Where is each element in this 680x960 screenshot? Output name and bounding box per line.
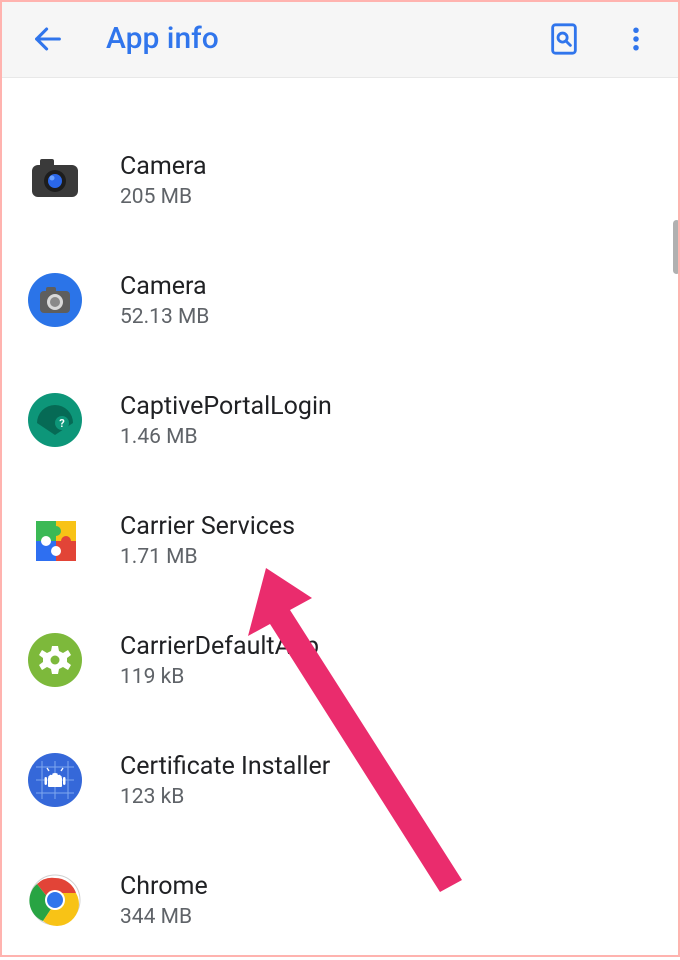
chrome-icon bbox=[28, 873, 82, 927]
app-name-label: Camera bbox=[120, 152, 207, 181]
header: App info bbox=[0, 0, 680, 78]
page-title: App info bbox=[106, 21, 540, 56]
app-item-certificate-installer[interactable]: Certificate Installer 123 kB bbox=[0, 720, 680, 840]
camera-dark-icon bbox=[28, 153, 82, 207]
app-size-label: 1.71 MB bbox=[120, 545, 295, 569]
app-name-label: Carrier Services bbox=[120, 512, 295, 541]
camera-blue-icon bbox=[28, 273, 82, 327]
app-name-label: CarrierDefaultApp bbox=[120, 632, 319, 661]
app-item-chrome[interactable]: Chrome 344 MB bbox=[0, 840, 680, 960]
app-size-label: 205 MB bbox=[120, 185, 207, 209]
app-item-carrier-services[interactable]: Carrier Services 1.71 MB bbox=[0, 480, 680, 600]
app-item-captiveportallogin[interactable]: ? CaptivePortalLogin 1.46 MB bbox=[0, 360, 680, 480]
android-blue-icon bbox=[28, 753, 82, 807]
app-size-label: 1.46 MB bbox=[120, 425, 332, 449]
app-item-camera-1[interactable]: Camera 205 MB bbox=[0, 120, 680, 240]
wifi-teal-icon: ? bbox=[28, 393, 82, 447]
app-name-label: CaptivePortalLogin bbox=[120, 392, 332, 421]
app-name-label: Chrome bbox=[120, 872, 208, 901]
back-button[interactable] bbox=[24, 15, 72, 63]
app-item-camera-2[interactable]: Camera 52.13 MB bbox=[0, 240, 680, 360]
app-size-label: 52.13 MB bbox=[120, 305, 209, 329]
app-size-label: 119 kB bbox=[120, 665, 319, 689]
scrollbar-thumb[interactable] bbox=[673, 220, 680, 274]
app-size-label: 123 kB bbox=[120, 785, 330, 809]
search-button[interactable] bbox=[540, 15, 588, 63]
more-vertical-icon bbox=[621, 24, 651, 54]
app-name-label: Camera bbox=[120, 272, 209, 301]
svg-text:?: ? bbox=[59, 417, 65, 430]
app-item-carrierdefaultapp[interactable]: CarrierDefaultApp 119 kB bbox=[0, 600, 680, 720]
back-arrow-icon bbox=[31, 22, 65, 56]
app-size-label: 344 MB bbox=[120, 905, 208, 929]
gear-green-icon bbox=[28, 633, 82, 687]
puzzle-icon bbox=[28, 513, 82, 567]
app-list: Camera 205 MB Camera 52.13 MB ? bbox=[0, 78, 680, 960]
app-name-label: Certificate Installer bbox=[120, 752, 330, 781]
page-search-icon bbox=[547, 22, 581, 56]
more-options-button[interactable] bbox=[612, 15, 660, 63]
